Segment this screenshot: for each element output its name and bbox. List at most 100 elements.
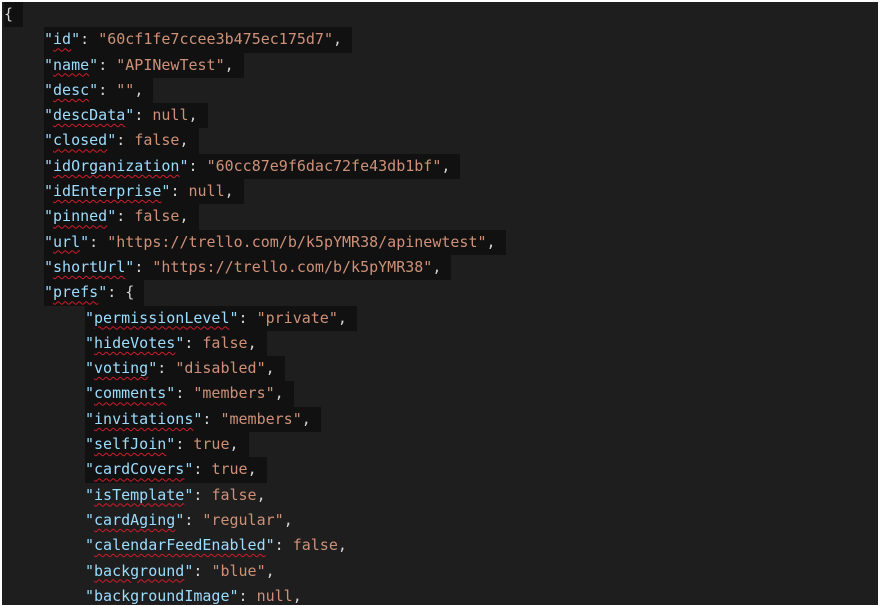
comma: , <box>265 359 275 378</box>
line-highlight: "selfJoin": true, <box>85 432 249 458</box>
comma: , <box>224 55 234 74</box>
json-value: false <box>202 333 248 352</box>
json-key: hideVotes <box>94 333 176 352</box>
key-quote: " <box>44 106 54 125</box>
json-value: null <box>152 106 189 125</box>
screenshot-frame: { "id": "60cf1fe7ccee3b475ec175d7", "name… <box>0 0 880 605</box>
json-key: idOrganization <box>53 156 180 175</box>
comma: , <box>188 106 198 125</box>
colon: : <box>184 510 203 529</box>
line-highlight: "hideVotes": false, <box>85 330 267 357</box>
json-value: "private" <box>256 308 338 327</box>
key-quote: " <box>179 156 189 175</box>
code-line-background: "background": "blue", <box>2 559 878 584</box>
code-line-invitations: "invitations": "members", <box>2 406 878 433</box>
key-quote: " <box>125 257 135 276</box>
key-quote: " <box>44 30 54 49</box>
comma: , <box>333 30 343 49</box>
line-highlight: "permissionLevel": "private", <box>85 305 357 331</box>
code-line-short-url: "shortUrl": "https://trello.com/b/k5pYMR… <box>2 254 878 281</box>
code-line-name: "name": "APINewTest", <box>2 52 878 78</box>
key-quote: " <box>44 283 54 302</box>
code-line-voting: "voting": "disabled", <box>2 356 878 382</box>
line-highlight: "closed": false, <box>44 128 199 154</box>
json-key: descData <box>53 106 126 125</box>
key-quote: " <box>166 435 176 454</box>
comma: , <box>247 460 257 479</box>
key-quote: " <box>89 80 99 99</box>
colon: : <box>202 409 221 428</box>
colon: : <box>116 131 135 150</box>
comma: , <box>134 80 144 99</box>
json-value: "" <box>116 80 135 99</box>
json-value: "60cf1fe7ccee3b475ec175d7" <box>98 30 333 49</box>
comma: , <box>337 308 347 327</box>
key-quote: " <box>85 586 95 605</box>
colon: : <box>98 55 117 74</box>
code-line-open-brace: { <box>2 2 878 28</box>
comma: , <box>486 232 496 251</box>
code-line-comments: "comments": "members", <box>2 381 878 407</box>
comma: , <box>292 586 302 605</box>
json-key: invitations <box>94 409 194 428</box>
comma: , <box>283 510 293 529</box>
code-line-card-covers: "cardCovers": true, <box>2 457 878 483</box>
json-code-view[interactable]: { "id": "60cf1fe7ccee3b475ec175d7", "name… <box>2 2 878 605</box>
key-quote: " <box>44 232 54 251</box>
key-quote: " <box>85 460 95 479</box>
code-line-closed: "closed": false, <box>2 128 878 154</box>
key-quote: " <box>44 182 54 201</box>
key-quote: " <box>44 55 54 74</box>
json-value: "members" <box>220 409 302 428</box>
colon: : <box>274 536 293 555</box>
line-highlight: "idEnterprise": null, <box>44 179 244 205</box>
key-quote: " <box>229 586 239 605</box>
colon: : <box>175 435 194 454</box>
colon: : <box>184 333 203 352</box>
json-value: false <box>211 485 257 504</box>
line-highlight: "descData": null, <box>44 103 208 129</box>
line-highlight: "voting": "disabled", <box>85 356 285 382</box>
key-quote: " <box>85 359 95 378</box>
key-quote: " <box>98 283 108 302</box>
code-line-id-enterprise: "idEnterprise": null, <box>2 179 878 205</box>
key-quote: " <box>85 308 95 327</box>
json-key: backgroundImage <box>94 586 230 605</box>
line-highlight: "backgroundImage": null, <box>85 584 312 605</box>
key-quote: " <box>229 308 239 327</box>
json-key: cardAging <box>94 510 176 529</box>
colon: : <box>188 156 207 175</box>
colon: : <box>116 207 135 226</box>
comma: , <box>337 536 347 555</box>
line-highlight: "desc": "", <box>44 77 154 104</box>
comma: , <box>441 156 451 175</box>
json-key: id <box>53 30 72 49</box>
code-line-prefs: "prefs": { <box>2 280 878 306</box>
code-line-calendar-feed-enabled: "calendarFeedEnabled": false, <box>2 533 878 558</box>
comma: , <box>256 485 266 504</box>
code-line-permission-level: "permissionLevel": "private", <box>2 305 878 331</box>
key-quote: " <box>107 207 117 226</box>
json-value: true <box>211 460 248 479</box>
json-value: "blue" <box>211 561 266 580</box>
key-quote: " <box>175 510 185 529</box>
line-highlight: "idOrganization": "60cc87e9f6dac72fe43db… <box>44 153 461 180</box>
colon: : <box>98 80 117 99</box>
code-line-id: "id": "60cf1fe7ccee3b475ec175d7", <box>2 27 878 53</box>
json-key: calendarFeedEnabled <box>94 536 266 555</box>
json-key: comments <box>94 384 167 403</box>
comma: , <box>224 182 234 201</box>
comma: , <box>179 131 189 150</box>
json-value: "https://trello.com/b/k5pYMR38" <box>152 257 433 276</box>
json-value: true <box>193 435 230 454</box>
json-key: idEnterprise <box>53 182 162 201</box>
key-quote: " <box>166 384 176 403</box>
code-line-is-template: "isTemplate": false, <box>2 483 878 508</box>
code-line-id-organization: "idOrganization": "60cc87e9f6dac72fe43db… <box>2 153 878 180</box>
comma: , <box>274 384 284 403</box>
comma: , <box>432 257 442 276</box>
line-highlight: "invitations": "members", <box>85 406 321 433</box>
comma: , <box>247 333 257 352</box>
code-line-card-aging: "cardAging": "regular", <box>2 508 878 533</box>
code-line-background-image: "backgroundImage": null, <box>2 584 878 605</box>
